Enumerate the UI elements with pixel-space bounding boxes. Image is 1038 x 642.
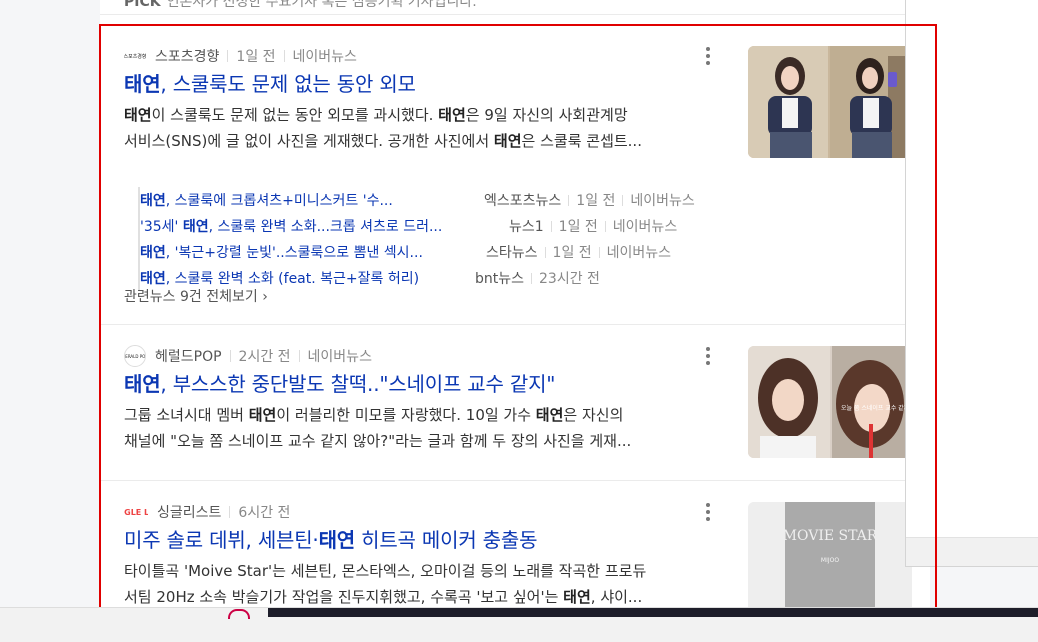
taskbar xyxy=(0,607,1038,642)
press-logo-icon[interactable]: 스포츠경향 xyxy=(124,49,146,63)
naver-news-link[interactable]: 네이버뉴스 xyxy=(293,46,357,66)
news-thumbnail[interactable]: MOVIE STAR MIJOO xyxy=(748,502,912,614)
svg-text:MOVIE STAR: MOVIE STAR xyxy=(783,528,878,544)
related-news-all-link[interactable]: 관련뉴스 9건 전체보기 › xyxy=(124,286,268,306)
news-thumbnail[interactable] xyxy=(748,46,912,158)
press-info: HERALD POP 헤럴드POP 2시간 전 네이버뉴스 xyxy=(124,345,372,367)
naver-news-link[interactable]: 네이버뉴스 xyxy=(308,346,372,366)
related-news-title[interactable]: 태연, '복근+강렬 눈빛'..스쿨룩으로 뽐낸 섹시... xyxy=(140,242,476,262)
more-options-icon[interactable] xyxy=(704,46,712,66)
news-time: 1일 전 xyxy=(236,49,276,65)
news-thumbnail[interactable]: 오늘 쫌 스네이프 교수 같지 xyxy=(748,346,912,458)
news-title[interactable]: 미주 솔로 데뷔, 세븐틴·태연 히트곡 메이커 충출동 xyxy=(124,524,537,553)
news-title[interactable]: 태연, 부스스한 중단발도 찰떡.."스네이프 교수 같지" xyxy=(124,368,555,397)
news-time: 6시간 전 xyxy=(238,505,291,521)
svg-text:MIJOO: MIJOO xyxy=(821,557,839,564)
pick-notice: PICK 언론사가 선정한 주요기사 혹은 심층기획 기사입니다. xyxy=(124,0,477,10)
press-info: SINGLE LIST 싱글리스트 6시간 전 xyxy=(124,502,290,522)
press-logo-icon[interactable]: SINGLE LIST xyxy=(124,501,148,523)
press-logo-icon[interactable]: HERALD POP xyxy=(124,345,146,367)
side-panel-footer xyxy=(906,537,1038,566)
related-news-title[interactable]: 태연, 스쿨룩에 크롭셔츠+미니스커트 '수... xyxy=(140,190,470,210)
press-name[interactable]: 스포츠경향 xyxy=(155,46,219,66)
press-name[interactable]: 헤럴드POP xyxy=(155,346,222,366)
news-feed: PICK 언론사가 선정한 주요기사 혹은 심층기획 기사입니다. 스포츠경향 스… xyxy=(100,0,930,641)
divider xyxy=(100,14,930,15)
related-news-title[interactable]: '35세' 태연, 스쿨룩 완벽 소화...크롭 셔츠로 드러... xyxy=(140,216,502,236)
search-icon[interactable] xyxy=(228,609,250,619)
press-name[interactable]: 싱글리스트 xyxy=(157,502,221,522)
related-news-meta: 스타뉴스 1일 전 네이버뉴스 xyxy=(486,245,672,261)
divider xyxy=(100,324,930,325)
news-summary[interactable]: 그룹 소녀시대 멤버 태연이 러블리한 미모를 자랑했다. 10일 가수 태연은… xyxy=(124,402,709,454)
related-news-meta: 뉴스1 1일 전 네이버뉴스 xyxy=(509,219,678,235)
news-summary[interactable]: 타이틀곡 'Moive Star'는 세븐틴, 몬스타엑스, 오마이걸 등의 노… xyxy=(124,558,709,610)
svg-text:오늘 쫌 스네이프 교수 같지: 오늘 쫌 스네이프 교수 같지 xyxy=(841,404,909,412)
more-options-icon[interactable] xyxy=(704,502,712,522)
news-time: 2시간 전 xyxy=(238,349,291,365)
divider xyxy=(100,480,930,481)
press-info: 스포츠경향 스포츠경향 1일 전 네이버뉴스 xyxy=(124,46,357,66)
news-title[interactable]: 태연, 스쿨룩도 문제 없는 동안 외모 xyxy=(124,68,416,97)
related-news-title[interactable]: 태연, 스쿨룩 완벽 소화 (feat. 복근+잘록 허리) xyxy=(140,268,466,288)
news-summary[interactable]: 태연이 스쿨룩도 문제 없는 동안 외모를 과시했다. 태연은 9일 자신의 사… xyxy=(124,102,709,154)
side-panel xyxy=(905,0,1038,567)
related-news-list: 태연, 스쿨룩에 크롭셔츠+미니스커트 '수... 엑스포츠뉴스 1일 전 네이버뉴… xyxy=(138,187,695,291)
related-news-meta: bnt뉴스 23시간 전 xyxy=(475,271,600,287)
chevron-right-icon: › xyxy=(262,289,268,305)
related-news-meta: 엑스포츠뉴스 1일 전 네이버뉴스 xyxy=(484,193,695,209)
taskbar-strip xyxy=(268,608,1038,617)
more-options-icon[interactable] xyxy=(704,346,712,366)
